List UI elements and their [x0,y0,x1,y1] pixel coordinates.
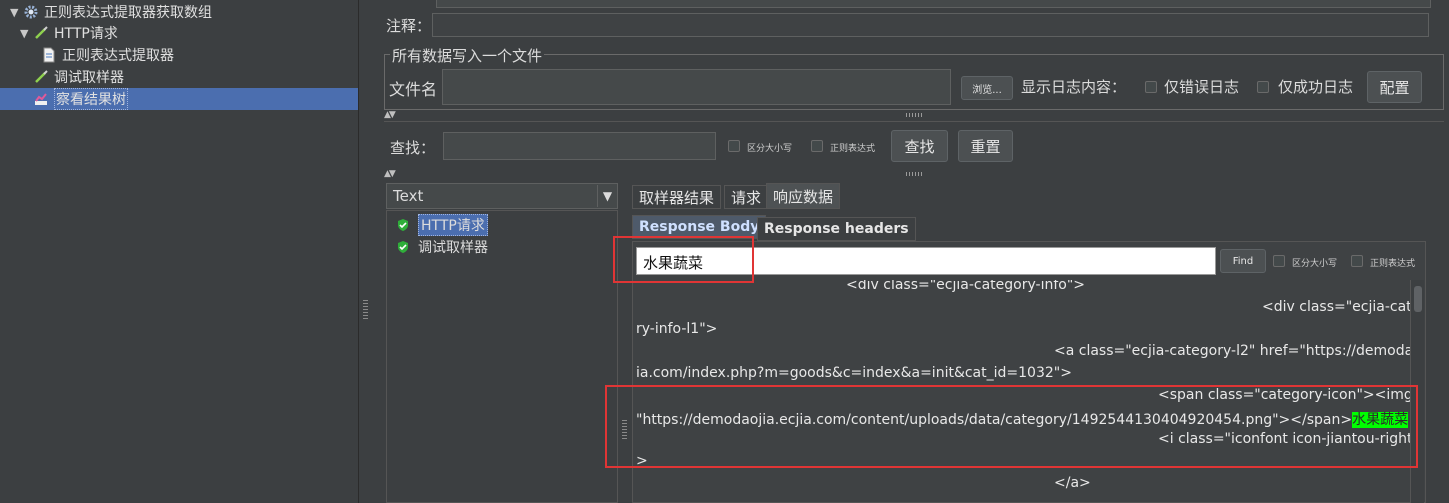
annotation-box-search [613,236,754,283]
errors-only-label: 仅错误日志 [1164,78,1240,96]
expand-arrow-icon[interactable]: ▼ [10,6,22,19]
tab-request[interactable]: 请求 [724,185,769,209]
find-button[interactable]: 查找 [891,130,948,162]
file-group-title: 所有数据写入一个文件 [390,45,545,66]
browse-button[interactable]: 浏览... [961,76,1013,100]
tree-item-regex-extractor[interactable]: 正则表达式提取器 [40,44,174,66]
tree-item-debug-sampler[interactable]: 调试取样器 [32,66,124,88]
pipette-icon [32,68,50,86]
view-results-panel: 注释： 所有数据写入一个文件 文件名 浏览... 显示日志内容： 仅错误日志 仅… [376,0,1449,503]
response-line: ia.com/index.php?m=goods&c=index&a=init&… [636,365,1072,381]
shield-check-icon [396,240,414,254]
subtab-response-headers[interactable]: Response headers [757,217,916,241]
chart-icon [32,90,50,108]
tree-item-label: 调试取样器 [54,70,124,86]
tree-item-label: HTTP请求 [54,26,118,42]
regex-checkbox[interactable] [811,140,823,152]
document-icon [40,46,58,64]
name-field[interactable] [436,0,1431,8]
annotation-box-result [605,385,1418,468]
regex-label: 正则表达式 [830,144,876,154]
renderer-select[interactable]: Text ▼ [386,183,618,209]
config-button[interactable]: 配置 [1367,71,1422,103]
result-item-label: HTTP请求 [418,214,488,236]
filename-label: 文件名 [389,80,438,99]
expand-arrow-icon[interactable]: ▼ [20,27,32,40]
search-label: 查找： [390,139,436,157]
shield-check-icon [396,218,414,232]
pipette-icon [32,24,50,42]
response-line: <a class="ecjia-category-l2" href="https… [1054,343,1410,359]
vertical-splitter[interactable] [358,0,372,503]
filename-input[interactable] [442,69,951,105]
comment-label: 注释： [386,17,432,35]
tree-item-label: 察看结果树 [54,88,128,110]
chevron-down-icon[interactable]: ▼ [597,185,617,207]
case-sensitive-label: 区分大小写 [747,144,793,154]
result-item-debug-sampler[interactable]: 调试取样器 [396,236,488,258]
response-regex-label: 正则表达式 [1370,259,1416,269]
response-case-label: 区分大小写 [1292,259,1338,269]
response-find-button[interactable]: Find [1220,249,1266,273]
tree-item-http-request[interactable]: ▼ HTTP请求 [20,22,118,44]
success-only-label: 仅成功日志 [1278,78,1354,96]
comment-field[interactable] [432,13,1429,37]
splitter-grip[interactable] [363,300,368,320]
result-item-label: 调试取样器 [418,240,488,256]
tree-item-label: 正则表达式提取器 [62,48,174,64]
tree-item-label: 正则表达式提取器获取数组 [44,5,212,21]
response-line: <div class="ecjia-category-info"> [846,280,1085,293]
errors-only-checkbox[interactable] [1145,81,1157,93]
tab-response-data[interactable]: 响应数据 [766,183,841,209]
scrollbar-thumb[interactable] [1414,286,1422,312]
divider-grip[interactable] [906,113,924,117]
search-input[interactable] [443,132,716,160]
gear-icon [22,3,40,21]
log-content-label: 显示日志内容： [1021,78,1127,96]
success-only-checkbox[interactable] [1257,81,1269,93]
reset-button[interactable]: 重置 [958,130,1013,162]
response-line: <div class="ecjia-categ [1262,299,1410,315]
tree-item-thread-group[interactable]: ▼ 正则表达式提取器获取数组 [10,1,212,23]
response-line: </a> [1054,475,1091,491]
renderer-value: Text [393,187,424,205]
response-case-checkbox[interactable] [1273,255,1285,267]
divider-grip[interactable] [906,172,924,176]
response-regex-checkbox[interactable] [1351,255,1363,267]
collapse-arrows-icon[interactable]: ▲▼ [384,169,396,179]
divider-line [384,121,1444,122]
collapse-arrows-icon[interactable]: ▲▼ [384,110,396,120]
response-line: ry-info-l1"> [636,321,718,337]
tree-item-view-results-tree[interactable]: 察看结果树 [0,88,358,110]
tab-sampler-result[interactable]: 取样器结果 [632,185,722,209]
case-sensitive-checkbox[interactable] [728,140,740,152]
result-item-http-request[interactable]: HTTP请求 [396,214,488,236]
test-plan-tree: ▼ 正则表达式提取器获取数组 ▼ HTTP请求 正则表达式提取器 调试取样器 察… [0,0,358,503]
